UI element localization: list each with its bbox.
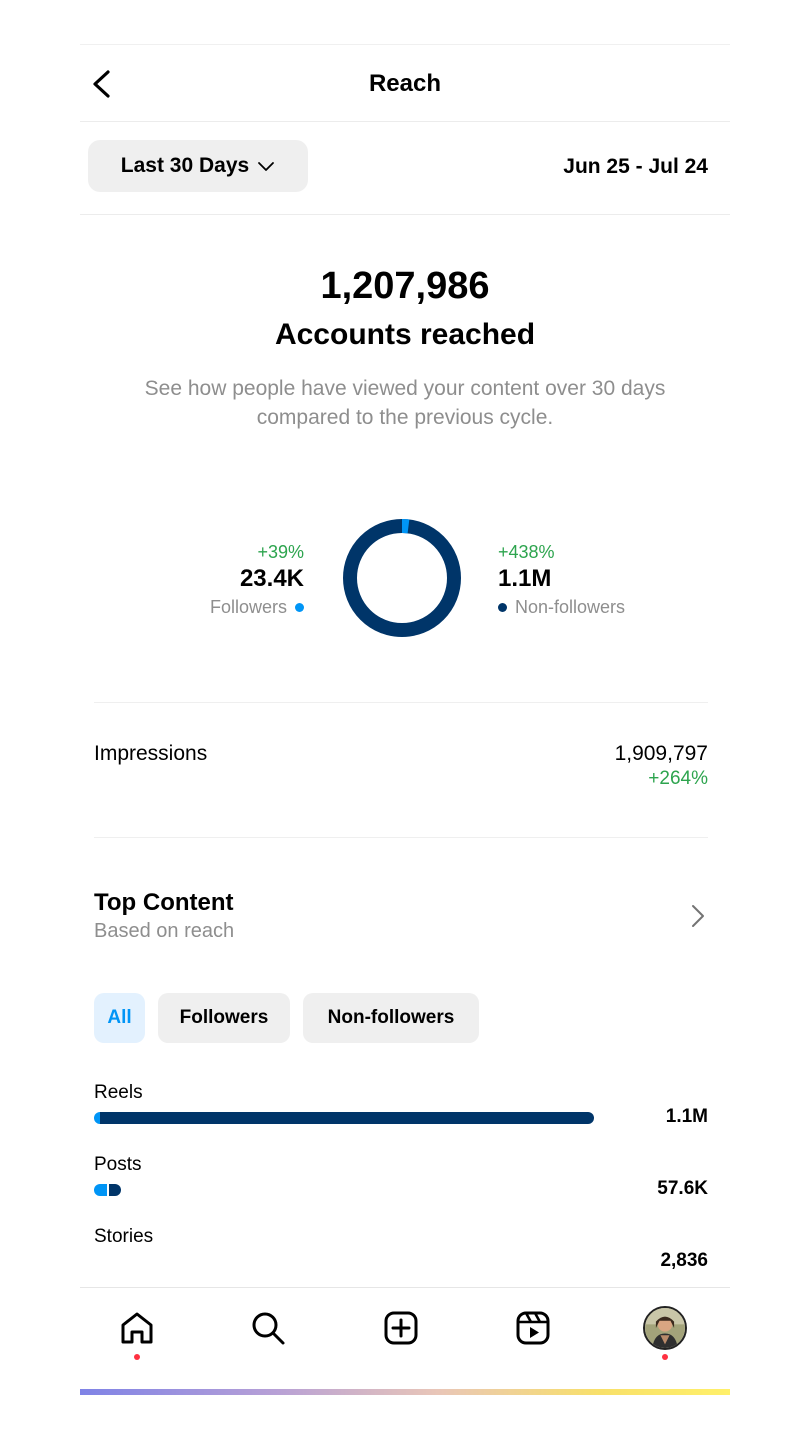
create-icon: [384, 1311, 418, 1345]
date-range-text: Jun 25 - Jul 24: [563, 155, 708, 178]
nav-home[interactable]: [113, 1304, 161, 1352]
date-range-dropdown-label: Last 30 Days: [120, 154, 250, 177]
impressions-change: +264%: [648, 768, 708, 789]
filter-followers-chip[interactable]: Followers: [158, 993, 290, 1043]
bottom-nav: [80, 1288, 730, 1388]
nav-profile[interactable]: [641, 1304, 689, 1352]
reels-bar-non-followers: [99, 1112, 594, 1124]
search-icon: [252, 1312, 285, 1345]
followers-change: +39%: [257, 542, 304, 562]
home-notification-dot: [134, 1354, 140, 1360]
stories-value: 2,836: [660, 1250, 708, 1271]
filter-non-followers-chip[interactable]: Non-followers: [303, 993, 479, 1043]
home-icon: [121, 1312, 153, 1344]
followers-legend: Followers: [210, 594, 304, 620]
nav-reels[interactable]: [509, 1304, 557, 1352]
reach-description: See how people have viewed your content …: [144, 377, 666, 429]
impressions-value: 1,909,797: [614, 742, 708, 765]
status-divider: [80, 44, 730, 45]
posts-bar-non-followers: [108, 1184, 121, 1196]
nav-search[interactable]: [244, 1304, 292, 1352]
reach-donut-chart: [343, 519, 461, 637]
stories-label: Stories: [94, 1226, 154, 1247]
header: Reach: [80, 46, 730, 122]
impressions-label: Impressions: [94, 742, 208, 765]
followers-legend-dot: [295, 602, 304, 612]
reels-icon: [516, 1311, 550, 1345]
chevron-down-icon: [258, 162, 275, 171]
top-content-title[interactable]: Top Content: [94, 889, 234, 917]
app-frame: Reach Last 30 Days Jun 25 - Jul 24 1,207…: [80, 0, 730, 1440]
avatar-image: [645, 1308, 685, 1348]
profile-notification-dot: [662, 1354, 668, 1360]
posts-value: 57.6K: [657, 1178, 708, 1199]
non-followers-legend-label: Non-followers: [515, 597, 626, 617]
date-range-dropdown[interactable]: Last 30 Days: [88, 140, 308, 192]
chevron-right-icon[interactable]: [690, 903, 706, 929]
filter-all-chip[interactable]: All: [94, 993, 145, 1043]
profile-avatar: [643, 1306, 687, 1350]
non-followers-value: 1.1M: [498, 565, 552, 592]
non-followers-change: +438%: [498, 542, 555, 562]
divider: [94, 702, 708, 703]
non-followers-legend: Non-followers: [498, 594, 625, 620]
page-title: Reach: [368, 70, 442, 97]
posts-label: Posts: [94, 1154, 142, 1175]
posts-bar: [94, 1184, 121, 1196]
header-divider: [80, 121, 730, 122]
followers-value: 23.4K: [239, 565, 304, 592]
reels-value: 1.1M: [665, 1106, 708, 1127]
reels-label: Reels: [94, 1082, 143, 1103]
home-indicator-strip: [80, 1389, 730, 1395]
accounts-reached-count: 1,207,986: [320, 265, 490, 307]
non-followers-legend-dot: [498, 602, 507, 612]
accounts-reached-label: Accounts reached: [274, 318, 536, 351]
top-content-subtitle: Based on reach: [94, 920, 235, 942]
divider: [94, 837, 708, 838]
range-divider: [80, 214, 730, 215]
followers-legend-label: Followers: [209, 597, 287, 617]
followers-stat: +39% 23.4K Followers: [210, 540, 304, 620]
donut-non-followers-segment: [343, 519, 461, 637]
reels-bar: [94, 1112, 594, 1124]
non-followers-stat: +438% 1.1M Non-followers: [498, 540, 625, 620]
posts-bar-followers: [94, 1184, 107, 1196]
nav-create[interactable]: [377, 1304, 425, 1352]
